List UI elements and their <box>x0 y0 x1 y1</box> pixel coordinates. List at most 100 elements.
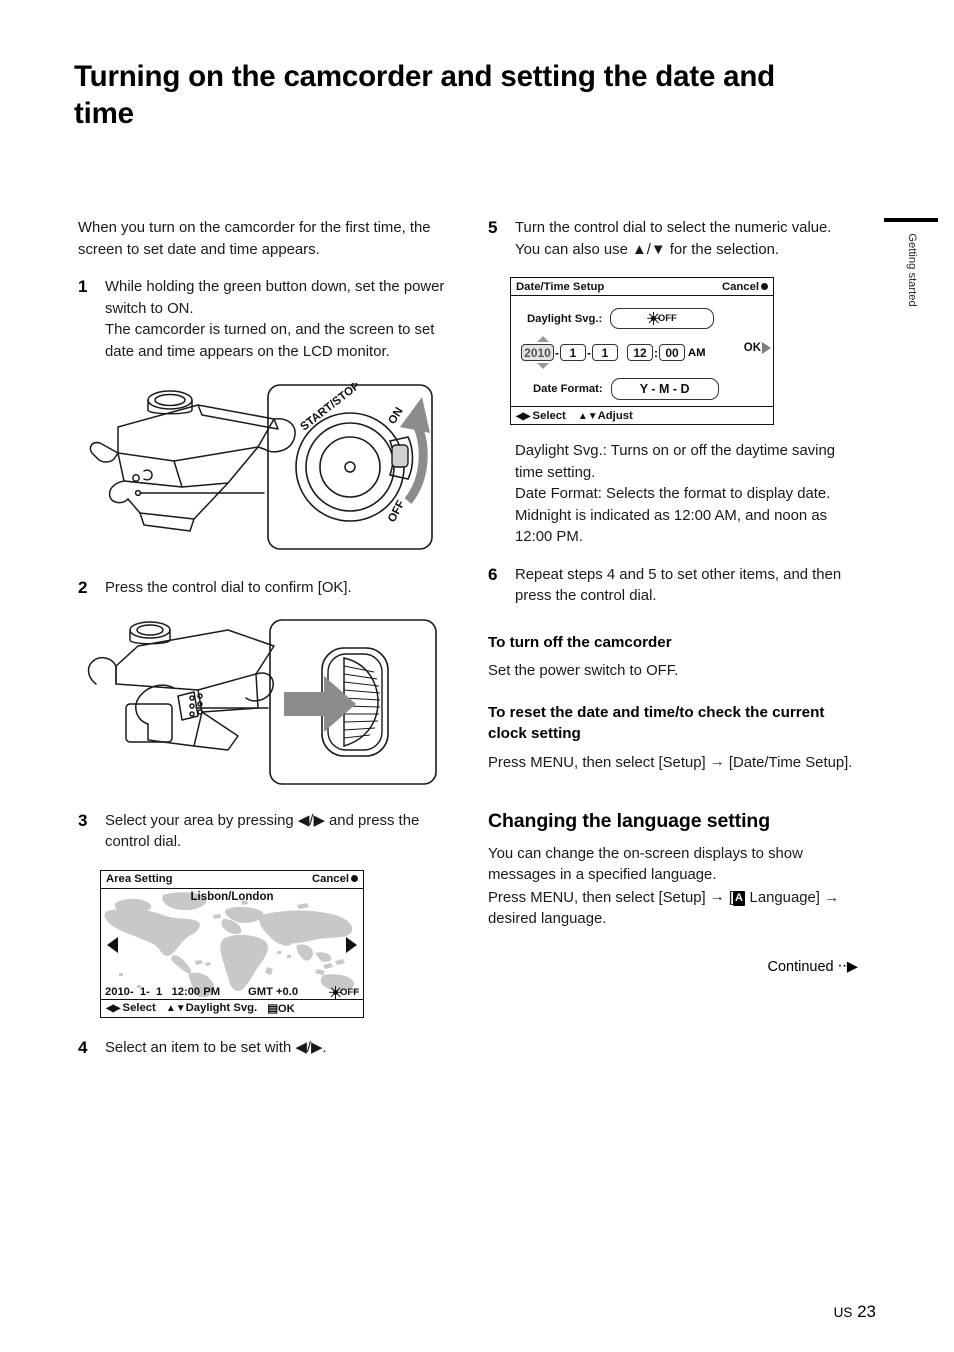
area-screen-title: Area Setting <box>106 873 173 885</box>
page-number: US 23 <box>834 1302 876 1322</box>
step-6-number: 6 <box>488 564 498 584</box>
step-5-text: Turn the control dial to select the nume… <box>515 220 832 258</box>
footer-select: ◀▶ Select <box>106 1002 156 1014</box>
step-3: 3 Select your area by pressing ◀/▶ and p… <box>78 811 450 854</box>
map-daylight-indicator: OFF <box>329 985 359 999</box>
cancel-dot-icon <box>351 875 358 882</box>
map-gmt: GMT +0.0 <box>248 985 299 998</box>
sun-icon <box>647 312 661 325</box>
area-screen-titlebar: Area Setting Cancel <box>101 871 363 889</box>
dt-screen-footer: ◀▶ Select ▲▼Adjust <box>511 406 773 424</box>
step-5: 5 Turn the control dial to select the nu… <box>488 218 860 261</box>
daylight-value-field[interactable]: OFF <box>610 308 715 329</box>
reset-body-post: [Date/Time Setup]. <box>724 755 853 771</box>
page-number-value: 23 <box>857 1302 876 1321</box>
daylight-label: Daylight Svg.: <box>527 312 603 325</box>
step-5-number: 5 <box>488 218 498 237</box>
continued-label: Continued <box>767 958 834 975</box>
step-1-number: 1 <box>78 277 88 296</box>
turn-off-body: Set the power switch to OFF. <box>488 662 679 679</box>
map-datetime: 2010- 1- 1 12:00 PM <box>105 985 221 998</box>
area-screen-footer: ◀▶ Select ▲▼Daylight Svg. ▤OK <box>101 998 363 1017</box>
reset-heading: To reset the date and time/to check the … <box>488 704 825 742</box>
camcorder-control-dial-illustration <box>78 616 450 793</box>
ampm-label: AM <box>688 346 706 359</box>
step-1-text: While holding the green button down, set… <box>105 279 445 317</box>
language-body: You can change the on-screen displays to… <box>488 844 860 931</box>
map-info-row: 2010- 1- 1 12:00 PM GMT +0.0 OFF <box>101 985 363 999</box>
step-2: 2 Press the control dial to confirm [OK]… <box>78 578 450 600</box>
dt-screen-title: Date/Time Setup <box>516 280 605 293</box>
footer-daylight: ▲▼Daylight Svg. <box>165 1002 258 1014</box>
footer-select: ◀▶ Select <box>516 409 566 422</box>
side-tab: Getting started <box>884 218 940 358</box>
step-4-number: 4 <box>78 1037 88 1057</box>
dt-screen-body: Daylight Svg.: OFF 2010 - 1 - 1 12: 00 … <box>511 296 773 406</box>
intro-paragraph: When you turn on the camcorder for the f… <box>78 220 431 258</box>
selected-city-label: Lisbon/London <box>190 890 274 903</box>
area-setting-screen: Area Setting Cancel Lisbon/London 2010- … <box>100 869 364 1018</box>
step-1-text2: The camcorder is turned on, and the scre… <box>105 322 435 360</box>
arrow-right-icon: → <box>709 888 725 905</box>
language-body-2-mid: [ <box>724 889 733 906</box>
dt-ok-label: OK <box>743 342 761 354</box>
minute-field[interactable]: 00 <box>659 344 685 361</box>
datetime-setup-screen: Date/Time Setup Cancel Daylight Svg.: OF… <box>510 277 774 425</box>
footer-adjust: ▲▼Adjust <box>577 409 633 422</box>
step-4: 4 Select an item to be set with ◀/▶. <box>78 1038 450 1060</box>
step-3-text: Select your area by pressing ◀/▶ and pre… <box>105 812 420 851</box>
note-daylight: Daylight Svg.: Turns on or off the dayti… <box>515 443 836 481</box>
spinner-down-icon[interactable] <box>537 363 549 369</box>
language-section-heading: Changing the language setting <box>488 809 771 832</box>
page-title: Turning on the camcorder and setting the… <box>74 60 775 130</box>
reset-body-pre: Press MENU, then select [Setup] <box>488 755 710 771</box>
day-field[interactable]: 1 <box>592 344 618 361</box>
reset-body: Press MENU, then select [Setup] → [Date/… <box>488 752 860 775</box>
footer-ok: ▤OK <box>267 1002 295 1015</box>
map-prev-arrow-icon[interactable] <box>107 936 118 953</box>
turn-off-heading: To turn off the camcorder <box>488 633 672 651</box>
document-page: Turning on the camcorder and setting the… <box>0 0 954 1352</box>
note-date-format: Date Format: Selects the format to displ… <box>515 486 831 545</box>
map-daylight-value: OFF <box>340 986 359 998</box>
arrow-right-icon: → <box>709 754 725 770</box>
step-2-number: 2 <box>78 578 88 597</box>
step-6-text: Repeat steps 4 and 5 to set other items,… <box>515 566 842 605</box>
page-number-prefix: US <box>833 1305 853 1320</box>
world-map: Lisbon/London 2010- 1- 1 12:00 PM GMT +0… <box>101 888 363 999</box>
datetime-fields-row: 2010 - 1 - 1 12 : 00 AM <box>521 336 706 369</box>
label-off: OFF <box>386 498 407 524</box>
label-start-stop: START/STOP <box>298 383 362 433</box>
step-1: 1 While holding the green button down, s… <box>78 277 450 363</box>
area-screen-cancel[interactable]: Cancel <box>312 873 358 885</box>
date-format-row: Date Format: Y - M - D <box>533 378 719 400</box>
left-column: When you turn on the camcorder for the f… <box>78 218 450 1059</box>
ok-arrow-icon <box>762 342 771 354</box>
right-column: 5 Turn the control dial to select the nu… <box>488 218 860 975</box>
date-format-value-field[interactable]: Y - M - D <box>610 378 719 400</box>
daylight-value: OFF <box>657 313 677 324</box>
daylight-value-content: OFF <box>647 312 677 325</box>
side-tab-label: Getting started <box>906 233 918 307</box>
month-field[interactable]: 1 <box>560 344 586 361</box>
spinner-up-icon[interactable] <box>537 336 549 342</box>
map-next-arrow-icon[interactable] <box>346 936 357 953</box>
hour-field[interactable]: 12 <box>627 344 653 361</box>
sun-icon <box>329 985 343 999</box>
language-body-2-pre: Press MENU, then select [Setup] <box>488 889 710 906</box>
datetime-notes: Daylight Svg.: Turns on or off the dayti… <box>488 441 860 549</box>
year-field[interactable]: 2010 <box>521 344 554 361</box>
camcorder-power-switch-illustration: START/STOP ON OFF <box>78 380 450 558</box>
language-a-icon: A <box>732 890 746 906</box>
continued-marker: Continued ‧‧▶ <box>488 959 860 975</box>
step-6: 6 Repeat steps 4 and 5 to set other item… <box>488 565 860 608</box>
daylight-row: Daylight Svg.: OFF <box>527 308 715 329</box>
dt-screen-cancel[interactable]: Cancel <box>722 281 768 293</box>
step-3-number: 3 <box>78 810 88 830</box>
step-4-text: Select an item to be set with ◀/▶. <box>105 1039 327 1056</box>
dt-ok-indicator[interactable]: OK <box>744 342 771 354</box>
dt-screen-titlebar: Date/Time Setup Cancel <box>511 278 773 296</box>
cancel-dot-icon <box>761 282 768 290</box>
language-body-1: You can change the on-screen displays to… <box>488 845 803 884</box>
step-2-text: Press the control dial to confirm [OK]. <box>105 580 352 596</box>
